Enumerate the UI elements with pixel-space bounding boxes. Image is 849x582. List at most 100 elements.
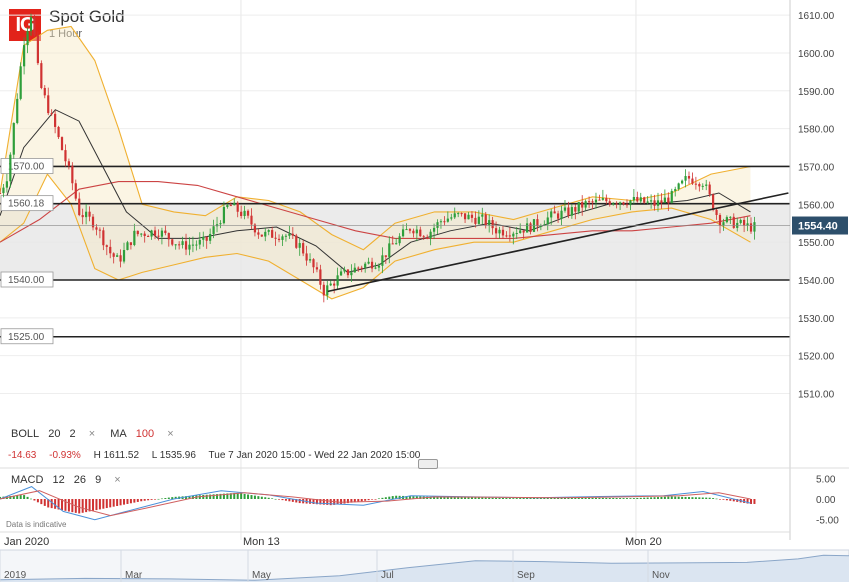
candle-body [167,233,170,240]
candle-body [102,230,105,246]
candle-body [202,236,205,240]
macd-bar [36,499,39,503]
macd-bar [250,495,253,499]
macd-bar [278,499,281,500]
candle-body [539,225,542,227]
candle-body [474,217,477,224]
candle-body [501,229,505,236]
change-percent: -0.93% [49,450,81,461]
candle-body [315,267,319,270]
candle-body [667,197,670,203]
candle-body [577,202,580,212]
candle-body [109,246,112,254]
macd-bar [377,498,380,500]
price-tick-label: 1550.00 [798,238,835,249]
macd-bar [95,499,98,511]
macd-bar [594,497,597,499]
macd-param-fast: 12 [52,474,65,486]
candle-body [381,255,384,266]
macd-bar [260,496,263,499]
macd-bar [712,498,715,499]
macd-bar [691,497,694,499]
macd-bar [360,499,363,502]
boll-close-icon[interactable]: × [89,428,95,440]
price-info-bar: -14.63 -0.93% H 1611.52 L 1535.96 Tue 7 … [8,450,430,461]
macd-bar [167,497,170,499]
macd-bar [92,499,95,511]
macd-bar [112,499,115,507]
candle-body [643,197,646,203]
macd-bar [605,497,608,499]
candle-body [388,243,391,257]
candle-body [574,207,577,212]
candle-body [36,35,39,64]
navigator-label: Sep [517,570,535,581]
candle-body [181,241,184,245]
candle-body [50,113,53,115]
candle-body [753,222,756,232]
macd-bar [656,497,659,499]
candle-body [453,213,456,218]
macd-bar [698,497,701,499]
level-tag-label: 1525.00 [8,332,45,343]
ma-close-icon[interactable]: × [167,428,173,440]
candle-body [81,215,84,218]
candle-body [188,244,191,250]
candle-body [439,221,443,223]
candle-body [312,259,315,268]
candle-body [650,200,653,202]
candle-body [271,230,274,238]
candle-body [546,217,549,225]
macd-bar [284,499,287,501]
price-chart[interactable]: 1570.00 1560.18 1540.00 1525.00 1510.00 1520.… [0,0,849,582]
macd-close-icon[interactable]: × [114,474,120,486]
candle-body [477,216,480,224]
price-tick-label: 1610.00 [798,11,835,22]
candle-body [436,222,439,228]
macd-bar [653,497,656,499]
candle-body [374,267,377,269]
candle-body [33,17,36,36]
price-tick-label: 1580.00 [798,125,835,136]
candle-body [133,230,136,246]
candle-body [591,201,594,203]
candle-body [136,230,139,235]
candle-body [698,184,701,187]
candle-body [5,181,8,188]
pane-resize-handle[interactable] [418,459,438,469]
macd-bar [488,497,491,499]
ma-label: MA [110,428,127,440]
candle-body [229,205,232,207]
macd-bar [109,499,112,508]
price-tick-label: 1540.00 [798,276,835,287]
candle-body [601,198,604,200]
candle-body [29,17,33,32]
candle-body [295,235,298,248]
candle-body [212,226,215,234]
macd-bar [160,498,163,500]
candle-body [64,150,67,162]
candle-body [305,253,308,261]
macd-bar [512,498,515,499]
macd-bar [650,497,653,499]
candle-body [512,233,515,237]
candle-body [615,203,618,205]
navigator-label: Nov [652,570,670,581]
high-value: H 1611.52 [93,450,140,461]
macd-bar [501,497,504,499]
candle-body [339,271,343,276]
level-tag: 1525.00 [0,328,54,345]
macd-bar [388,496,391,499]
macd-bar [257,496,260,499]
macd-bar [667,496,670,499]
macd-bar [340,499,343,505]
macd-bar [367,499,370,501]
candle-body [608,201,611,205]
candle-body [219,223,222,225]
macd-bar [23,495,26,499]
candle-body [612,203,615,205]
candle-body [560,210,563,219]
price-tick-label: 1530.00 [798,314,835,325]
candle-body [488,220,491,226]
macd-bar [636,497,639,499]
